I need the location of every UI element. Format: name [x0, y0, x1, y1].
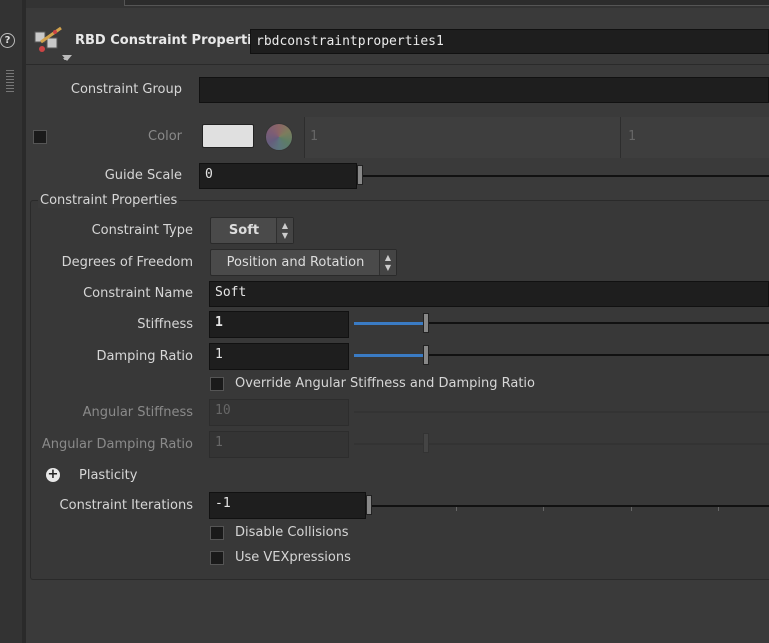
- color-field-divider: [620, 117, 621, 158]
- updown-arrows-icon: ▲ ▼: [276, 218, 293, 243]
- stiffness-slider-handle[interactable]: [423, 313, 429, 333]
- override-angular-label: Override Angular Stiffness and Damping R…: [235, 376, 535, 391]
- guide-scale-slider-track[interactable]: [362, 175, 769, 177]
- damping-ratio-label: Damping Ratio: [96, 349, 193, 364]
- header-divider: [26, 64, 769, 65]
- constraint-type-menu[interactable]: Soft ▲ ▼: [210, 217, 294, 244]
- constraint-name-label: Constraint Name: [83, 286, 193, 301]
- angular-stiffness-label: Angular Stiffness: [82, 405, 193, 420]
- angular-damping-ratio-input[interactable]: 1: [209, 431, 349, 458]
- degrees-of-freedom-label: Degrees of Freedom: [61, 255, 193, 270]
- use-vexpressions-checkbox[interactable]: [210, 551, 224, 565]
- degrees-of-freedom-menu[interactable]: Position and Rotation ▲ ▼: [210, 249, 397, 276]
- slider-tick: [631, 507, 632, 511]
- top-tab[interactable]: [124, 0, 769, 6]
- constraint-type-value: Soft: [228, 223, 260, 238]
- angular-damping-slider-track[interactable]: [354, 443, 769, 445]
- color-value-fields: [304, 117, 769, 158]
- drag-handle-icon[interactable]: [6, 70, 14, 92]
- degrees-of-freedom-value: Position and Rotation: [226, 255, 365, 270]
- color-label: Color: [148, 129, 182, 144]
- angular-stiffness-input[interactable]: 10: [209, 399, 349, 426]
- constraint-type-label: Constraint Type: [91, 223, 193, 238]
- stiffness-label: Stiffness: [137, 317, 193, 332]
- node-menu-chevron-icon[interactable]: [62, 55, 72, 61]
- guide-scale-slider-handle[interactable]: [357, 165, 363, 185]
- plasticity-label[interactable]: Plasticity: [79, 468, 137, 483]
- disable-collisions-label: Disable Collisions: [235, 525, 349, 540]
- slider-tick: [456, 507, 457, 511]
- guide-scale-label: Guide Scale: [104, 168, 182, 183]
- slider-tick: [718, 507, 719, 511]
- damping-ratio-slider-fill: [354, 354, 426, 357]
- color-value-1[interactable]: 1: [310, 129, 318, 144]
- constraint-group-input[interactable]: [199, 77, 769, 103]
- use-vexpressions-label: Use VEXpressions: [235, 550, 351, 565]
- slider-tick: [543, 507, 544, 511]
- color-wheel-icon[interactable]: [265, 123, 293, 151]
- constraint-iterations-input[interactable]: -1: [209, 492, 366, 519]
- help-icon[interactable]: ?: [0, 33, 15, 48]
- angular-stiffness-slider-track[interactable]: [354, 411, 769, 413]
- color-swatch[interactable]: [202, 124, 254, 148]
- disable-collisions-checkbox[interactable]: [210, 526, 224, 540]
- expand-plus-icon[interactable]: +: [46, 468, 60, 482]
- stiffness-slider-fill: [354, 322, 426, 325]
- color-value-2[interactable]: 1: [628, 129, 636, 144]
- damping-ratio-input[interactable]: 1: [209, 343, 349, 370]
- damping-ratio-slider-handle[interactable]: [423, 345, 429, 365]
- guide-scale-input[interactable]: 0: [199, 163, 357, 189]
- constraint-iterations-slider-handle[interactable]: [366, 495, 372, 515]
- angular-damping-slider-handle[interactable]: [423, 433, 429, 453]
- panel-divider[interactable]: [22, 0, 26, 643]
- updown-arrows-icon: ▲ ▼: [379, 250, 396, 275]
- override-angular-checkbox[interactable]: [210, 377, 224, 391]
- color-enable-checkbox[interactable]: [33, 130, 47, 144]
- node-type-label: RBD Constraint Properties: [75, 33, 269, 48]
- left-toolbar-strip: [0, 0, 23, 643]
- constraint-iterations-label: Constraint Iterations: [59, 498, 193, 513]
- constraint-group-label: Constraint Group: [70, 82, 182, 97]
- angular-damping-ratio-label: Angular Damping Ratio: [41, 437, 193, 452]
- stiffness-input[interactable]: 1: [209, 311, 349, 338]
- constraint-properties-title: Constraint Properties: [38, 193, 180, 208]
- constraint-iterations-slider-track[interactable]: [371, 505, 769, 507]
- constraint-name-input[interactable]: Soft: [209, 281, 769, 307]
- node-name-field[interactable]: rbdconstraintproperties1: [250, 29, 769, 54]
